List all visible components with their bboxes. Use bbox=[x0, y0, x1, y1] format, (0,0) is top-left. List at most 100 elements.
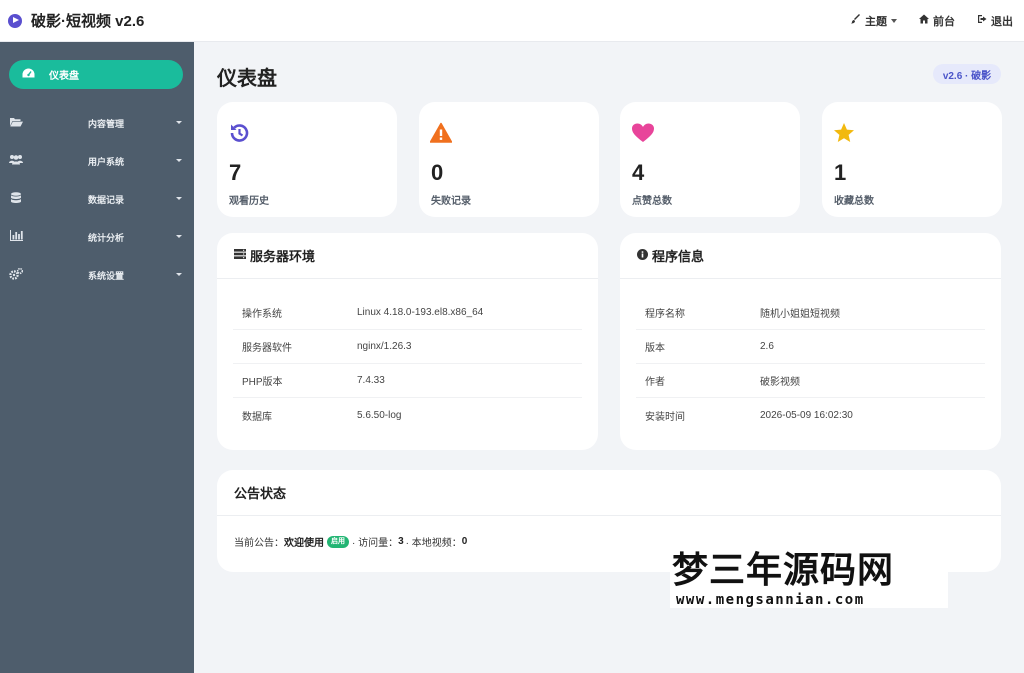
stat-label: 观看历史 bbox=[229, 196, 269, 207]
stat-card-likes[interactable]: 4 点赞总数 bbox=[620, 102, 800, 217]
sidebar-item-label: 仪表盘 bbox=[49, 71, 79, 82]
heart-icon bbox=[631, 122, 654, 144]
stat-label: 收藏总数 bbox=[834, 196, 874, 207]
chevron-down-icon bbox=[176, 159, 182, 162]
info-key: 数据库 bbox=[242, 411, 272, 423]
warning-icon bbox=[429, 122, 453, 144]
info-value: 5.6.50-log bbox=[357, 409, 402, 421]
notice-status-line: 当前公告： 欢迎使用 启用 · 访问量： 3 · 本地视频： 0 bbox=[234, 534, 467, 549]
info-key: 版本 bbox=[645, 343, 665, 354]
stat-value: 7 bbox=[229, 160, 242, 185]
top-bar: 破影·短视频 v2.6 主题 前台 退出 bbox=[0, 0, 1024, 42]
brush-icon bbox=[851, 14, 861, 27]
visits-value: 3 bbox=[398, 536, 404, 547]
bar-chart-icon bbox=[8, 230, 24, 244]
frontend-link[interactable]: 前台 bbox=[919, 13, 955, 29]
videos-value: 0 bbox=[461, 536, 468, 547]
sidebar-item-label: 统计分析 bbox=[88, 232, 125, 243]
watermark-text: 梦三年源码网 bbox=[672, 549, 895, 591]
watermark-url: www.mengsannian.com bbox=[676, 592, 865, 608]
info-value: 2.6 bbox=[760, 341, 774, 352]
info-key: 安装时间 bbox=[645, 411, 685, 423]
page-title: 仪表盘 bbox=[217, 68, 277, 90]
panel-title: 公告状态 bbox=[234, 486, 287, 501]
stat-label: 失败记录 bbox=[431, 196, 471, 207]
star-icon bbox=[833, 122, 855, 144]
chevron-down-icon bbox=[176, 197, 182, 200]
info-row: 操作系统 Linux 4.18.0-193.el8.x86_64 bbox=[233, 296, 582, 330]
info-value: Linux 4.18.0-193.el8.x86_64 bbox=[357, 307, 484, 318]
stat-value: 4 bbox=[632, 160, 645, 185]
play-circle-icon bbox=[8, 13, 22, 28]
panel-header: 公告状态 bbox=[217, 470, 1001, 516]
chevron-down-icon bbox=[176, 235, 182, 238]
info-row: 安装时间 2026-05-09 16:02:30 bbox=[636, 398, 985, 432]
info-key: 服务器软件 bbox=[242, 343, 292, 354]
status-badge: 启用 bbox=[327, 535, 349, 548]
info-row: PHP版本 7.4.33 bbox=[233, 364, 582, 398]
app-title: 破影·短视频 v2.6 bbox=[31, 13, 145, 30]
panel-header: 程序信息 bbox=[620, 233, 1001, 279]
panel-header: 服务器环境 bbox=[217, 233, 598, 279]
sidebar-item-label: 内容管理 bbox=[88, 118, 125, 129]
info-row: 程序名称 随机小姐姐短视频 bbox=[636, 296, 985, 330]
chevron-down-icon bbox=[176, 121, 182, 124]
sidebar-item-label: 数据记录 bbox=[88, 194, 125, 205]
stat-card-history[interactable]: 7 观看历史 bbox=[217, 102, 397, 217]
sidebar-item-stats[interactable]: 统计分析 bbox=[0, 222, 194, 252]
users-icon bbox=[8, 154, 24, 168]
sidebar-item-content[interactable]: 内容管理 bbox=[0, 108, 194, 138]
logout-link[interactable]: 退出 bbox=[977, 13, 1013, 29]
sidebar-item-dashboard[interactable]: 仪表盘 bbox=[9, 60, 183, 89]
info-row: 服务器软件 nginx/1.26.3 bbox=[233, 330, 582, 364]
theme-label: 主题 bbox=[865, 15, 887, 28]
cogs-icon bbox=[8, 267, 24, 283]
chevron-down-icon bbox=[891, 18, 897, 23]
info-value: nginx/1.26.3 bbox=[357, 341, 412, 352]
info-value: 7.4.33 bbox=[357, 375, 385, 386]
stat-card-favorites[interactable]: 1 收藏总数 bbox=[822, 102, 1002, 217]
info-row: 作者 破影视频 bbox=[636, 364, 985, 398]
sidebar-item-label: 用户系统 bbox=[88, 156, 125, 167]
info-value: 随机小姐姐短视频 bbox=[760, 309, 840, 320]
sidebar-item-settings[interactable]: 系统设置 bbox=[0, 260, 194, 290]
brand[interactable]: 破影·短视频 v2.6 bbox=[8, 10, 144, 31]
server-info-panel: 服务器环境 操作系统 Linux 4.18.0-193.el8.x86_64 服… bbox=[217, 233, 598, 450]
sidebar: 仪表盘 内容管理 用户系统 数据记录 统计分析 系统设置 bbox=[0, 42, 194, 673]
info-row: 数据库 5.6.50-log bbox=[233, 398, 582, 432]
stat-value: 1 bbox=[834, 160, 847, 185]
folder-open-icon bbox=[8, 117, 24, 130]
stat-card-failures[interactable]: 0 失败记录 bbox=[419, 102, 599, 217]
top-actions: 主题 前台 退出 bbox=[829, 13, 1013, 29]
server-icon bbox=[234, 249, 246, 262]
database-icon bbox=[8, 191, 24, 207]
info-value: 破影视频 bbox=[760, 377, 800, 388]
history-icon bbox=[228, 122, 250, 144]
panel-title: 服务器环境 bbox=[250, 249, 316, 264]
notice-title: 欢迎使用 bbox=[284, 538, 324, 549]
home-icon bbox=[919, 14, 929, 27]
chevron-down-icon bbox=[176, 273, 182, 276]
sidebar-item-records[interactable]: 数据记录 bbox=[0, 184, 194, 214]
videos-label: · 本地视频： bbox=[405, 538, 462, 549]
notice-prefix: 当前公告： bbox=[234, 538, 284, 549]
info-key: 程序名称 bbox=[645, 309, 685, 320]
frontend-label: 前台 bbox=[933, 15, 955, 28]
info-key: PHP版本 bbox=[242, 377, 283, 388]
dashboard-icon bbox=[21, 68, 35, 82]
panel-title: 程序信息 bbox=[652, 249, 705, 264]
theme-dropdown[interactable]: 主题 bbox=[851, 13, 897, 29]
program-info-panel: 程序信息 程序名称 随机小姐姐短视频 版本 2.6 作者 破影视频 安装时间 2… bbox=[620, 233, 1001, 450]
stat-label: 点赞总数 bbox=[632, 196, 672, 207]
stat-value: 0 bbox=[431, 160, 444, 185]
info-key: 作者 bbox=[645, 377, 665, 388]
version-badge: v2.6 · 破影 bbox=[933, 64, 1001, 84]
sidebar-item-label: 系统设置 bbox=[88, 270, 125, 281]
sidebar-item-users[interactable]: 用户系统 bbox=[0, 146, 194, 176]
watermark: 梦三年源码网 www.mengsannian.com bbox=[670, 550, 948, 608]
info-key: 操作系统 bbox=[242, 309, 282, 320]
info-value: 2026-05-09 16:02:30 bbox=[760, 409, 853, 421]
info-row: 版本 2.6 bbox=[636, 330, 985, 364]
visits-label: · 访问量： bbox=[352, 538, 399, 549]
logout-label: 退出 bbox=[991, 15, 1013, 28]
